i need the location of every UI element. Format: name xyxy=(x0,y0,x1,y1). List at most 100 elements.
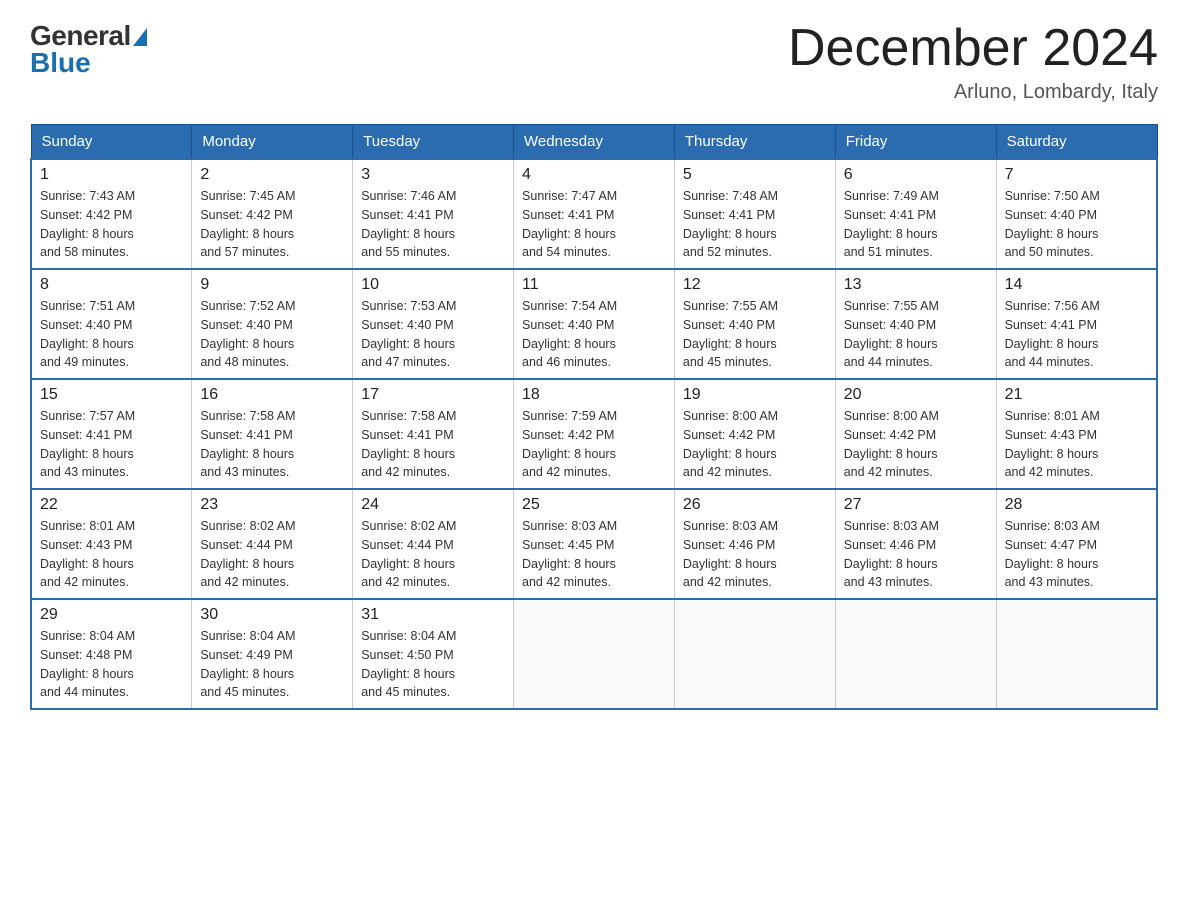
calendar-cell: 11 Sunrise: 7:54 AM Sunset: 4:40 PM Dayl… xyxy=(514,269,675,379)
day-number: 7 xyxy=(1005,166,1148,184)
day-info: Sunrise: 7:54 AM Sunset: 4:40 PM Dayligh… xyxy=(522,297,666,372)
calendar-cell: 18 Sunrise: 7:59 AM Sunset: 4:42 PM Dayl… xyxy=(514,379,675,489)
day-info: Sunrise: 8:03 AM Sunset: 4:47 PM Dayligh… xyxy=(1005,517,1148,592)
col-wednesday: Wednesday xyxy=(514,125,675,160)
calendar-cell: 23 Sunrise: 8:02 AM Sunset: 4:44 PM Dayl… xyxy=(192,489,353,599)
day-number: 14 xyxy=(1005,276,1148,294)
col-friday: Friday xyxy=(835,125,996,160)
calendar-header: Sunday Monday Tuesday Wednesday Thursday… xyxy=(31,125,1157,160)
logo-blue-text: Blue xyxy=(30,47,91,79)
day-info: Sunrise: 8:00 AM Sunset: 4:42 PM Dayligh… xyxy=(683,407,827,482)
day-number: 6 xyxy=(844,166,988,184)
day-info: Sunrise: 7:55 AM Sunset: 4:40 PM Dayligh… xyxy=(844,297,988,372)
calendar-body: 1 Sunrise: 7:43 AM Sunset: 4:42 PM Dayli… xyxy=(31,159,1157,709)
day-info: Sunrise: 7:57 AM Sunset: 4:41 PM Dayligh… xyxy=(40,407,183,482)
day-info: Sunrise: 7:47 AM Sunset: 4:41 PM Dayligh… xyxy=(522,187,666,262)
day-number: 5 xyxy=(683,166,827,184)
day-info: Sunrise: 7:43 AM Sunset: 4:42 PM Dayligh… xyxy=(40,187,183,262)
day-info: Sunrise: 7:56 AM Sunset: 4:41 PM Dayligh… xyxy=(1005,297,1148,372)
calendar-cell: 3 Sunrise: 7:46 AM Sunset: 4:41 PM Dayli… xyxy=(353,159,514,269)
calendar-cell: 20 Sunrise: 8:00 AM Sunset: 4:42 PM Dayl… xyxy=(835,379,996,489)
day-number: 31 xyxy=(361,606,505,624)
day-info: Sunrise: 7:55 AM Sunset: 4:40 PM Dayligh… xyxy=(683,297,827,372)
calendar-cell: 2 Sunrise: 7:45 AM Sunset: 4:42 PM Dayli… xyxy=(192,159,353,269)
week-row-5: 29 Sunrise: 8:04 AM Sunset: 4:48 PM Dayl… xyxy=(31,599,1157,709)
calendar-cell: 8 Sunrise: 7:51 AM Sunset: 4:40 PM Dayli… xyxy=(31,269,192,379)
calendar-cell: 1 Sunrise: 7:43 AM Sunset: 4:42 PM Dayli… xyxy=(31,159,192,269)
calendar-cell: 22 Sunrise: 8:01 AM Sunset: 4:43 PM Dayl… xyxy=(31,489,192,599)
calendar-cell: 5 Sunrise: 7:48 AM Sunset: 4:41 PM Dayli… xyxy=(674,159,835,269)
day-number: 9 xyxy=(200,276,344,294)
calendar-cell: 27 Sunrise: 8:03 AM Sunset: 4:46 PM Dayl… xyxy=(835,489,996,599)
calendar-cell: 10 Sunrise: 7:53 AM Sunset: 4:40 PM Dayl… xyxy=(353,269,514,379)
day-info: Sunrise: 7:45 AM Sunset: 4:42 PM Dayligh… xyxy=(200,187,344,262)
col-monday: Monday xyxy=(192,125,353,160)
day-info: Sunrise: 8:04 AM Sunset: 4:48 PM Dayligh… xyxy=(40,627,183,702)
col-tuesday: Tuesday xyxy=(353,125,514,160)
day-number: 22 xyxy=(40,496,183,514)
day-number: 24 xyxy=(361,496,505,514)
calendar-cell: 12 Sunrise: 7:55 AM Sunset: 4:40 PM Dayl… xyxy=(674,269,835,379)
day-number: 26 xyxy=(683,496,827,514)
calendar-cell: 28 Sunrise: 8:03 AM Sunset: 4:47 PM Dayl… xyxy=(996,489,1157,599)
day-info: Sunrise: 8:03 AM Sunset: 4:46 PM Dayligh… xyxy=(683,517,827,592)
week-row-2: 8 Sunrise: 7:51 AM Sunset: 4:40 PM Dayli… xyxy=(31,269,1157,379)
day-info: Sunrise: 8:04 AM Sunset: 4:50 PM Dayligh… xyxy=(361,627,505,702)
week-row-4: 22 Sunrise: 8:01 AM Sunset: 4:43 PM Dayl… xyxy=(31,489,1157,599)
logo: General Blue xyxy=(30,20,147,79)
calendar-cell xyxy=(514,599,675,709)
day-info: Sunrise: 8:02 AM Sunset: 4:44 PM Dayligh… xyxy=(361,517,505,592)
day-info: Sunrise: 7:49 AM Sunset: 4:41 PM Dayligh… xyxy=(844,187,988,262)
header-row: Sunday Monday Tuesday Wednesday Thursday… xyxy=(31,125,1157,160)
day-number: 2 xyxy=(200,166,344,184)
day-number: 20 xyxy=(844,386,988,404)
logo-triangle-icon xyxy=(133,28,147,46)
title-block: December 2024 Arluno, Lombardy, Italy xyxy=(788,20,1158,104)
calendar-cell xyxy=(996,599,1157,709)
day-number: 11 xyxy=(522,276,666,294)
col-sunday: Sunday xyxy=(31,125,192,160)
day-number: 13 xyxy=(844,276,988,294)
day-info: Sunrise: 7:48 AM Sunset: 4:41 PM Dayligh… xyxy=(683,187,827,262)
calendar-cell: 26 Sunrise: 8:03 AM Sunset: 4:46 PM Dayl… xyxy=(674,489,835,599)
day-info: Sunrise: 7:59 AM Sunset: 4:42 PM Dayligh… xyxy=(522,407,666,482)
day-number: 12 xyxy=(683,276,827,294)
day-info: Sunrise: 7:50 AM Sunset: 4:40 PM Dayligh… xyxy=(1005,187,1148,262)
day-number: 18 xyxy=(522,386,666,404)
day-info: Sunrise: 7:46 AM Sunset: 4:41 PM Dayligh… xyxy=(361,187,505,262)
col-thursday: Thursday xyxy=(674,125,835,160)
day-number: 1 xyxy=(40,166,183,184)
calendar-cell: 29 Sunrise: 8:04 AM Sunset: 4:48 PM Dayl… xyxy=(31,599,192,709)
calendar-cell: 7 Sunrise: 7:50 AM Sunset: 4:40 PM Dayli… xyxy=(996,159,1157,269)
calendar-cell: 21 Sunrise: 8:01 AM Sunset: 4:43 PM Dayl… xyxy=(996,379,1157,489)
day-info: Sunrise: 7:52 AM Sunset: 4:40 PM Dayligh… xyxy=(200,297,344,372)
day-number: 15 xyxy=(40,386,183,404)
day-number: 8 xyxy=(40,276,183,294)
day-info: Sunrise: 8:04 AM Sunset: 4:49 PM Dayligh… xyxy=(200,627,344,702)
week-row-3: 15 Sunrise: 7:57 AM Sunset: 4:41 PM Dayl… xyxy=(31,379,1157,489)
day-info: Sunrise: 8:01 AM Sunset: 4:43 PM Dayligh… xyxy=(1005,407,1148,482)
day-number: 4 xyxy=(522,166,666,184)
day-info: Sunrise: 7:53 AM Sunset: 4:40 PM Dayligh… xyxy=(361,297,505,372)
day-info: Sunrise: 8:03 AM Sunset: 4:45 PM Dayligh… xyxy=(522,517,666,592)
day-number: 28 xyxy=(1005,496,1148,514)
day-number: 19 xyxy=(683,386,827,404)
calendar-cell: 4 Sunrise: 7:47 AM Sunset: 4:41 PM Dayli… xyxy=(514,159,675,269)
day-info: Sunrise: 7:58 AM Sunset: 4:41 PM Dayligh… xyxy=(200,407,344,482)
day-info: Sunrise: 7:58 AM Sunset: 4:41 PM Dayligh… xyxy=(361,407,505,482)
calendar-cell: 17 Sunrise: 7:58 AM Sunset: 4:41 PM Dayl… xyxy=(353,379,514,489)
day-info: Sunrise: 8:01 AM Sunset: 4:43 PM Dayligh… xyxy=(40,517,183,592)
day-number: 29 xyxy=(40,606,183,624)
day-number: 21 xyxy=(1005,386,1148,404)
calendar-cell: 9 Sunrise: 7:52 AM Sunset: 4:40 PM Dayli… xyxy=(192,269,353,379)
calendar-table: Sunday Monday Tuesday Wednesday Thursday… xyxy=(30,124,1158,710)
calendar-cell: 14 Sunrise: 7:56 AM Sunset: 4:41 PM Dayl… xyxy=(996,269,1157,379)
calendar-cell: 16 Sunrise: 7:58 AM Sunset: 4:41 PM Dayl… xyxy=(192,379,353,489)
day-number: 25 xyxy=(522,496,666,514)
day-number: 3 xyxy=(361,166,505,184)
calendar-cell: 30 Sunrise: 8:04 AM Sunset: 4:49 PM Dayl… xyxy=(192,599,353,709)
day-number: 23 xyxy=(200,496,344,514)
calendar-cell: 31 Sunrise: 8:04 AM Sunset: 4:50 PM Dayl… xyxy=(353,599,514,709)
calendar-cell xyxy=(674,599,835,709)
calendar-cell: 13 Sunrise: 7:55 AM Sunset: 4:40 PM Dayl… xyxy=(835,269,996,379)
